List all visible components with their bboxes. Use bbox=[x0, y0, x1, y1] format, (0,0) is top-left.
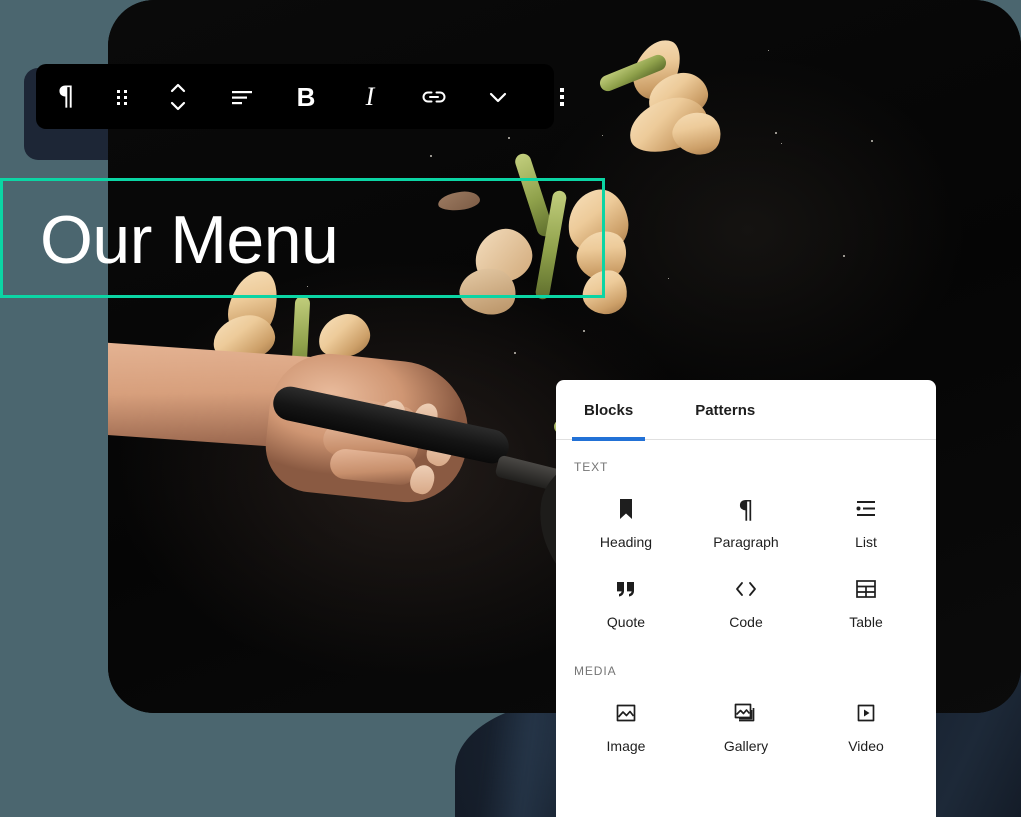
code-icon bbox=[732, 574, 760, 604]
block-item-label: List bbox=[855, 534, 877, 550]
page-title[interactable]: Our Menu bbox=[40, 195, 339, 285]
tab-patterns-label: Patterns bbox=[695, 401, 756, 419]
block-item-label: Image bbox=[606, 738, 646, 754]
block-item-paragraph[interactable]: ¶ Paragraph bbox=[686, 480, 806, 560]
chevron-down-icon[interactable] bbox=[474, 73, 522, 121]
block-inserter-panel[interactable]: Blocks Patterns TEXT Heading ¶ Paragraph bbox=[556, 380, 936, 817]
inserter-tabs: Blocks Patterns bbox=[556, 380, 936, 441]
block-item-table[interactable]: Table bbox=[806, 560, 926, 640]
italic-icon[interactable]: I bbox=[346, 73, 394, 121]
video-icon bbox=[854, 698, 878, 728]
section-title-text: TEXT bbox=[574, 460, 609, 474]
block-item-list[interactable]: List bbox=[806, 480, 926, 560]
block-item-label: Code bbox=[729, 614, 763, 630]
tab-patterns[interactable]: Patterns bbox=[683, 380, 767, 440]
blocks-grid-media: Image Gallery Video bbox=[556, 684, 936, 764]
list-icon bbox=[854, 494, 878, 524]
blocks-grid-text: Heading ¶ Paragraph List Quote Code Tabl… bbox=[556, 480, 936, 640]
more-options-icon[interactable] bbox=[538, 73, 586, 121]
screenshot-stage: Our Menu ¶ B I Blocks Patterns TEXT Head… bbox=[0, 0, 1021, 817]
block-item-label: Quote bbox=[606, 614, 646, 630]
heading-icon bbox=[615, 494, 637, 524]
block-item-image[interactable]: Image bbox=[566, 684, 686, 764]
block-item-label: Paragraph bbox=[713, 534, 779, 550]
link-icon[interactable] bbox=[410, 73, 458, 121]
block-toolbar[interactable]: ¶ B I bbox=[36, 64, 564, 129]
block-item-label: Gallery bbox=[723, 738, 769, 754]
table-icon bbox=[854, 574, 878, 604]
image-icon bbox=[614, 698, 638, 728]
block-item-quote[interactable]: Quote bbox=[566, 560, 686, 640]
heading-block-selected[interactable]: Our Menu bbox=[0, 178, 605, 298]
bold-icon[interactable]: B bbox=[282, 73, 330, 121]
tab-blocks-label: Blocks bbox=[584, 401, 634, 419]
block-item-video[interactable]: Video bbox=[806, 684, 926, 764]
drag-handle-icon[interactable] bbox=[98, 73, 146, 121]
block-item-label: Video bbox=[848, 738, 884, 754]
block-item-gallery[interactable]: Gallery bbox=[686, 684, 806, 764]
paragraph-block-type-icon[interactable]: ¶ bbox=[42, 73, 90, 121]
block-item-code[interactable]: Code bbox=[686, 560, 806, 640]
block-item-label: Table bbox=[849, 614, 883, 630]
paragraph-icon: ¶ bbox=[738, 494, 754, 524]
move-up-down-icon[interactable] bbox=[154, 73, 202, 121]
tab-blocks[interactable]: Blocks bbox=[572, 380, 646, 441]
section-title-media: MEDIA bbox=[574, 664, 617, 678]
quote-icon bbox=[614, 574, 638, 604]
gallery-icon bbox=[733, 698, 759, 728]
block-item-heading[interactable]: Heading bbox=[566, 480, 686, 560]
align-text-icon[interactable] bbox=[218, 73, 266, 121]
block-item-label: Heading bbox=[599, 534, 653, 550]
